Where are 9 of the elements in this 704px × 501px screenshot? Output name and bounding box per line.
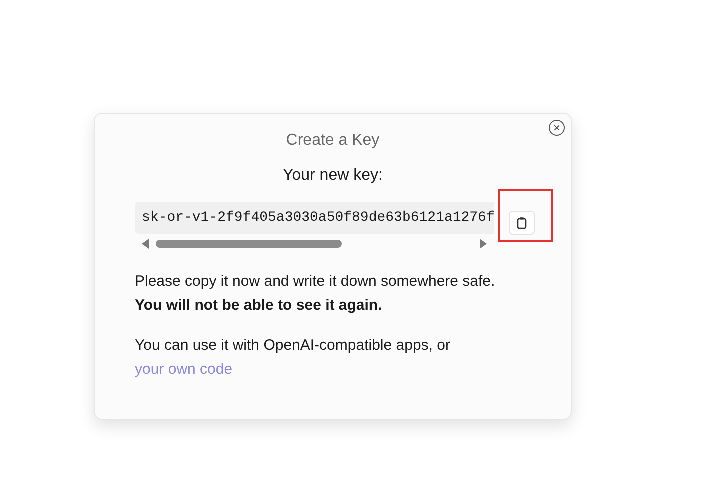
dialog-title: Create a Key — [285, 132, 381, 150]
clipboard-icon — [517, 217, 527, 229]
close-button[interactable]: × — [549, 120, 565, 136]
key-field[interactable]: sk-or-v1-2f9f405a3030a50f89de63b6121a1276f — [135, 202, 494, 234]
key-label: Your new key: — [282, 167, 384, 185]
usage-text: You can use it with OpenAI-compatible apps, or your own code — [135, 336, 452, 380]
copy-button[interactable] — [509, 211, 535, 235]
warning-text: Please copy it now and write it down somewhere safe. You will not be able to see it again. — [135, 272, 496, 316]
scrollbar[interactable] — [142, 238, 487, 250]
